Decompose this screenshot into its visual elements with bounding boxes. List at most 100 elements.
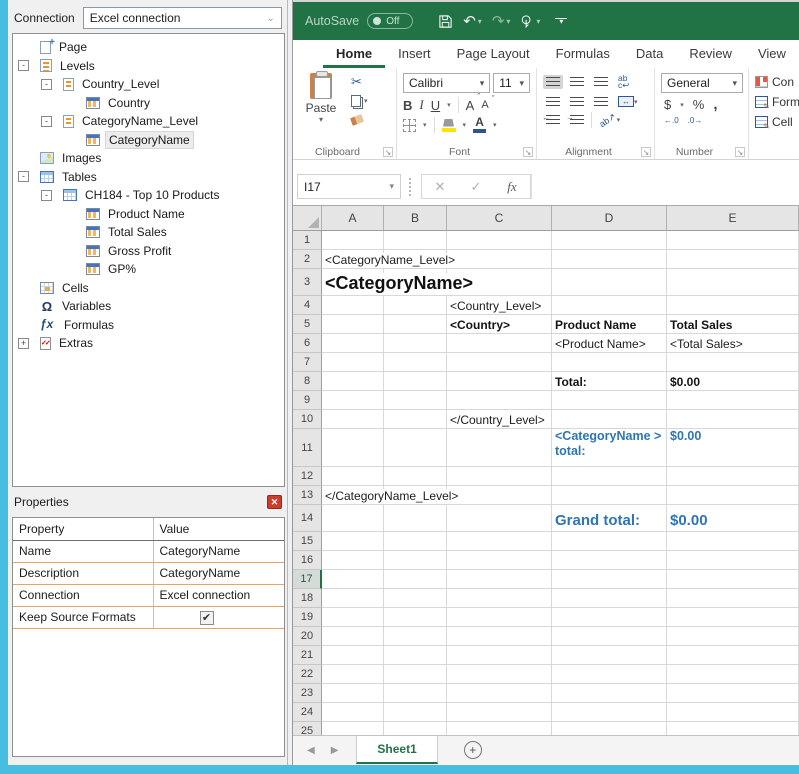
row-header-8[interactable]: 8 <box>293 372 322 391</box>
cell-E7[interactable] <box>667 353 799 372</box>
cell-B16[interactable] <box>384 551 447 570</box>
formula-bar-handle[interactable] <box>409 178 415 196</box>
orientation-button[interactable]: ab↗▾ <box>596 113 623 128</box>
row-header-12[interactable]: 12 <box>293 467 322 486</box>
cell-B21[interactable] <box>384 646 447 665</box>
cell-E10[interactable] <box>667 410 799 429</box>
cell-D11[interactable]: <CategoryName > total: <box>552 429 667 467</box>
property-value[interactable]: CategoryName <box>153 540 284 562</box>
chevron-down-icon[interactable]: ▾ <box>423 121 427 129</box>
connection-dropdown[interactable]: Excel connection ⌄ <box>83 7 282 29</box>
cell-D21[interactable] <box>552 646 667 665</box>
increase-indent-button[interactable] <box>567 113 587 127</box>
tree-item-images[interactable]: Images <box>13 149 284 168</box>
cell-C23[interactable] <box>447 684 552 703</box>
cell-B17[interactable] <box>384 570 447 589</box>
tree-item-gross-profit[interactable]: Gross Profit <box>13 242 284 261</box>
tree-item-variables[interactable]: ΩVariables <box>13 297 284 316</box>
cell-D20[interactable] <box>552 627 667 646</box>
chevron-down-icon[interactable]: ▾ <box>447 101 451 109</box>
cell-D4[interactable] <box>552 296 667 315</box>
cancel-button[interactable]: ✕ <box>422 179 458 195</box>
cell-B9[interactable] <box>384 391 447 410</box>
cell-D24[interactable] <box>552 703 667 722</box>
cell-E22[interactable] <box>667 665 799 684</box>
cell-B8[interactable] <box>384 372 447 391</box>
cell-D16[interactable] <box>552 551 667 570</box>
row-header-3[interactable]: 3 <box>293 269 322 296</box>
row-header-15[interactable]: 15 <box>293 532 322 551</box>
cell-E20[interactable] <box>667 627 799 646</box>
tree-item-product-name[interactable]: Product Name <box>13 205 284 224</box>
paste-button[interactable]: Paste ▾ <box>299 73 343 143</box>
cell-D2[interactable] <box>552 250 667 269</box>
row-header-1[interactable]: 1 <box>293 231 322 250</box>
sheet-prev-button[interactable]: ◀ <box>307 745 315 756</box>
tree-item-levels[interactable]: -Levels <box>13 57 284 76</box>
cell-A19[interactable] <box>322 608 384 627</box>
cell-A1[interactable] <box>322 231 384 250</box>
percent-button[interactable]: % <box>693 97 705 112</box>
cell-C4[interactable]: <Country_Level> <box>447 296 552 315</box>
tree-item-cells[interactable]: Cells <box>13 279 284 298</box>
cell-B6[interactable] <box>384 334 447 353</box>
cell-E8[interactable]: $0.00 <box>667 372 799 391</box>
cell-B10[interactable] <box>384 410 447 429</box>
cell-D15[interactable] <box>552 532 667 551</box>
cell-A16[interactable] <box>322 551 384 570</box>
cell-A6[interactable] <box>322 334 384 353</box>
tab-insert[interactable]: Insert <box>385 46 444 68</box>
cell-E14[interactable]: $0.00 <box>667 505 799 532</box>
cell-B7[interactable] <box>384 353 447 372</box>
cell-D13[interactable] <box>552 486 667 505</box>
cell-E2[interactable] <box>667 250 799 269</box>
cell-E18[interactable] <box>667 589 799 608</box>
row-header-7[interactable]: 7 <box>293 353 322 372</box>
cell-D14[interactable]: Grand total: <box>552 505 667 532</box>
cell-C20[interactable] <box>447 627 552 646</box>
sheet-tab-sheet1[interactable]: Sheet1 <box>356 736 437 764</box>
cell-A22[interactable] <box>322 665 384 684</box>
cell-C7[interactable] <box>447 353 552 372</box>
row-header-24[interactable]: 24 <box>293 703 322 722</box>
row-header-18[interactable]: 18 <box>293 589 322 608</box>
cell-D18[interactable] <box>552 589 667 608</box>
cell-B11[interactable] <box>384 429 447 467</box>
tree-item-ch184-top-10-products[interactable]: -CH184 - Top 10 Products <box>13 186 284 205</box>
cell-E17[interactable] <box>667 570 799 589</box>
property-value[interactable]: ✔ <box>153 606 284 628</box>
cell-A8[interactable] <box>322 372 384 391</box>
column-header-A[interactable]: A <box>322 206 384 230</box>
cell-E15[interactable] <box>667 532 799 551</box>
cell-C8[interactable] <box>447 372 552 391</box>
cell-A24[interactable] <box>322 703 384 722</box>
cell-B15[interactable] <box>384 532 447 551</box>
dialog-launcher-icon[interactable]: ↘ <box>735 147 745 157</box>
cell-A10[interactable] <box>322 410 384 429</box>
merge-center-button[interactable]: ↔▾ <box>615 94 641 109</box>
number-format-combo[interactable]: General ▾ <box>661 73 743 93</box>
underline-button[interactable]: U <box>431 98 440 113</box>
row-header-22[interactable]: 22 <box>293 665 322 684</box>
tree-expander-minus-icon[interactable]: - <box>18 171 29 182</box>
align-middle-button[interactable] <box>567 75 587 89</box>
cell-C13[interactable] <box>447 486 552 505</box>
cell-C18[interactable] <box>447 589 552 608</box>
cell-A5[interactable] <box>322 315 384 334</box>
row-header-2[interactable]: 2 <box>293 250 322 269</box>
tab-review[interactable]: Review <box>676 46 745 68</box>
cell-E1[interactable] <box>667 231 799 250</box>
row-header-10[interactable]: 10 <box>293 410 322 429</box>
align-left-button[interactable] <box>543 95 563 109</box>
select-all-corner[interactable] <box>293 206 322 230</box>
cell-C21[interactable] <box>447 646 552 665</box>
bold-button[interactable]: B <box>403 98 412 113</box>
cell-C11[interactable] <box>447 429 552 467</box>
cell-A13[interactable]: </CategoryName_Level> <box>322 486 384 505</box>
conditional-formatting-button[interactable]: Con <box>755 75 799 89</box>
cell-B22[interactable] <box>384 665 447 684</box>
row-header-6[interactable]: 6 <box>293 334 322 353</box>
close-icon[interactable]: ✕ <box>267 495 282 509</box>
cell-A20[interactable] <box>322 627 384 646</box>
cell-A18[interactable] <box>322 589 384 608</box>
